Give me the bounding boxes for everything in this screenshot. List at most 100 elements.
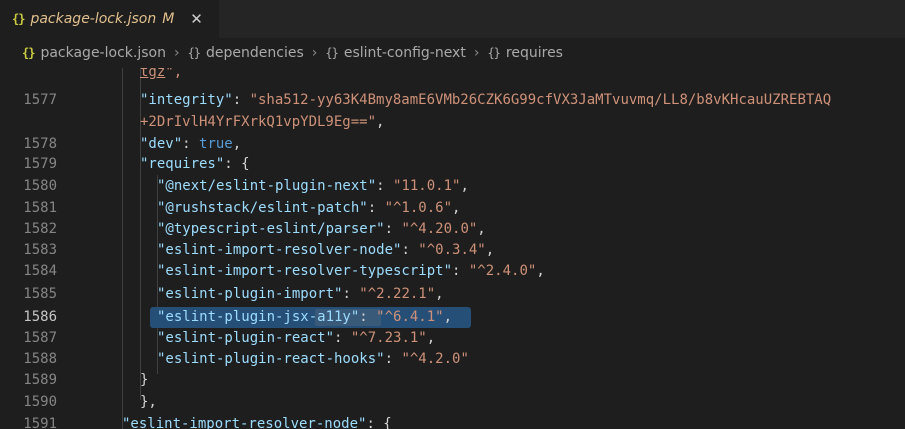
code-token: :	[232, 92, 250, 108]
chevron-right-icon: ›	[311, 45, 318, 61]
code-line[interactable]: 1584 "eslint-import-resolver-typescript":…	[0, 261, 905, 282]
line-number: 1584	[23, 263, 57, 279]
code-token: "@rushstack/eslint-patch"	[157, 200, 368, 216]
code-token: :	[384, 221, 402, 237]
code-line[interactable]: 1587 "eslint-plugin-react": "^7.23.1",	[0, 328, 905, 349]
code-editor[interactable]: tgz", 1577 "integrity": "sha512-yy63K4Bmy8…	[0, 68, 905, 429]
line-number: 1580	[23, 178, 57, 194]
line-number: 1578	[23, 136, 57, 152]
code-token: "eslint-import-resolver-node"	[122, 416, 367, 429]
code-token: "eslint-plugin-react"	[157, 330, 335, 346]
code-token: : {	[366, 416, 392, 429]
code-line[interactable]: +2DrIvlH4YrFXrkQ1vpYDL9Eg==",	[0, 112, 905, 133]
code-token: "^1.0.6"	[384, 200, 453, 216]
breadcrumb-file[interactable]: {} package-lock.json	[22, 45, 166, 61]
code-token: "eslint-plugin-import"	[157, 286, 343, 302]
code-text: "eslint-plugin-react": "^7.23.1",	[157, 328, 435, 349]
code-line[interactable]: 1581 "@rushstack/eslint-patch": "^1.0.6",	[0, 198, 905, 219]
code-text: },	[140, 392, 157, 413]
code-line[interactable]: 1585 "eslint-plugin-import": "^2.22.1",	[0, 284, 905, 305]
breadcrumb-label: eslint-config-next	[343, 45, 466, 61]
code-token: tgz	[140, 68, 166, 80]
code-text: "eslint-import-resolver-node": {	[122, 414, 392, 429]
code-token: : {	[224, 156, 250, 172]
breadcrumb-label: dependencies	[206, 45, 304, 61]
code-text: "@typescript-eslint/parser": "^4.20.0",	[157, 219, 486, 240]
line-number: 1585	[23, 286, 57, 302]
code-line[interactable]: tgz",	[0, 68, 905, 83]
code-line[interactable]: 1586 "eslint-plugin-jsx-a11y": "^6.4.1",	[0, 307, 905, 328]
code-token: :	[401, 242, 419, 258]
code-line[interactable]: 1588 "eslint-plugin-react-hooks": "^4.2.0…	[0, 349, 905, 370]
code-text: "dev": true,	[140, 134, 241, 155]
code-text: }	[140, 370, 148, 391]
code-token: "sha512-yy63K4Bmy8amE6VMb26CZK6G99cfVX3J…	[249, 92, 832, 108]
line-number: 1577	[23, 92, 57, 108]
code-token: +2DrIvlH4YrFXrkQ1vpYDL9Eg=="	[140, 114, 377, 130]
code-token: ,	[376, 114, 385, 130]
code-text: "@next/eslint-plugin-next": "11.0.1",	[157, 176, 469, 197]
tab-package-lock[interactable]: {} package-lock.json M ✕	[0, 0, 219, 38]
line-number: 1588	[23, 351, 57, 367]
chevron-right-icon: ›	[173, 45, 180, 61]
breadcrumb: {} package-lock.json › {} dependencies ›…	[0, 38, 905, 68]
code-line[interactable]: 1582 "@typescript-eslint/parser": "^4.20.…	[0, 219, 905, 240]
line-number: 1586	[23, 309, 57, 325]
code-token: "@typescript-eslint/parser"	[157, 221, 385, 237]
code-token: },	[140, 394, 157, 410]
code-token: ,	[426, 330, 436, 346]
code-token: "dev"	[140, 136, 183, 152]
code-token: "^4.20.0"	[401, 221, 478, 237]
code-token: "@next/eslint-plugin-next"	[157, 178, 377, 194]
code-token: :	[334, 330, 351, 346]
code-token: :	[384, 351, 402, 367]
breadcrumb-label: requires	[505, 45, 563, 61]
code-line[interactable]: 1578 "dev": true,	[0, 134, 905, 155]
code-token: "11.0.1"	[393, 178, 461, 194]
code-token: ,	[485, 242, 495, 258]
code-text: +2DrIvlH4YrFXrkQ1vpYDL9Eg==",	[140, 112, 384, 133]
code-text: "eslint-import-resolver-typescript": "^2…	[157, 261, 545, 282]
code-token: "requires"	[140, 156, 225, 172]
object-icon: {}	[325, 46, 338, 60]
code-token: :	[342, 286, 360, 302]
code-token: :	[359, 309, 377, 325]
object-icon: {}	[187, 46, 201, 60]
close-icon[interactable]: ✕	[190, 10, 203, 28]
code-token: ,	[460, 178, 469, 194]
code-token: }	[140, 372, 149, 388]
code-line[interactable]: 1577 "integrity": "sha512-yy63K4Bmy8amE6V…	[0, 90, 905, 111]
line-number: 1583	[23, 242, 57, 258]
code-token: "^4.2.0"	[401, 351, 469, 367]
code-token: ,	[477, 221, 486, 237]
code-token: "eslint-import-resolver-typescript"	[157, 263, 453, 279]
code-line[interactable]: 1583 "eslint-import-resolver-node": "^0.3…	[0, 240, 905, 261]
object-icon: {}	[487, 46, 500, 60]
code-token: ",	[165, 68, 183, 80]
code-token: ,	[232, 136, 242, 152]
code-token: ,	[435, 286, 444, 302]
code-token: "eslint-plugin-jsx-a11y"	[157, 309, 360, 325]
code-token: ,	[536, 263, 545, 279]
code-line[interactable]: 1589}	[0, 370, 905, 391]
code-token: "^7.23.1"	[350, 330, 427, 346]
code-token: "^0.3.4"	[418, 242, 486, 258]
code-token: "eslint-plugin-react-hooks"	[157, 351, 385, 367]
code-token: "integrity"	[140, 92, 233, 108]
code-text: "requires": {	[140, 154, 250, 175]
code-token: true	[199, 136, 233, 152]
json-file-icon: {}	[12, 12, 25, 26]
tab-bar: {} package-lock.json M ✕	[0, 0, 905, 38]
code-line[interactable]: 1590},	[0, 392, 905, 413]
code-token: "eslint-import-resolver-node"	[157, 242, 402, 258]
code-line[interactable]: 1580 "@next/eslint-plugin-next": "11.0.1"…	[0, 176, 905, 197]
line-number: 1582	[23, 221, 57, 237]
breadcrumb-requires[interactable]: {} requires	[487, 45, 563, 61]
breadcrumb-dependencies[interactable]: {} dependencies	[188, 45, 304, 61]
line-number: 1590	[23, 394, 57, 410]
code-line[interactable]: 1579 "requires": {	[0, 154, 905, 175]
code-line[interactable]: 1591 "eslint-import-resolver-node": {	[0, 414, 905, 429]
code-text: "@rushstack/eslint-patch": "^1.0.6",	[157, 198, 460, 219]
code-token: :	[367, 200, 385, 216]
breadcrumb-eslint-config-next[interactable]: {} eslint-config-next	[325, 45, 465, 61]
